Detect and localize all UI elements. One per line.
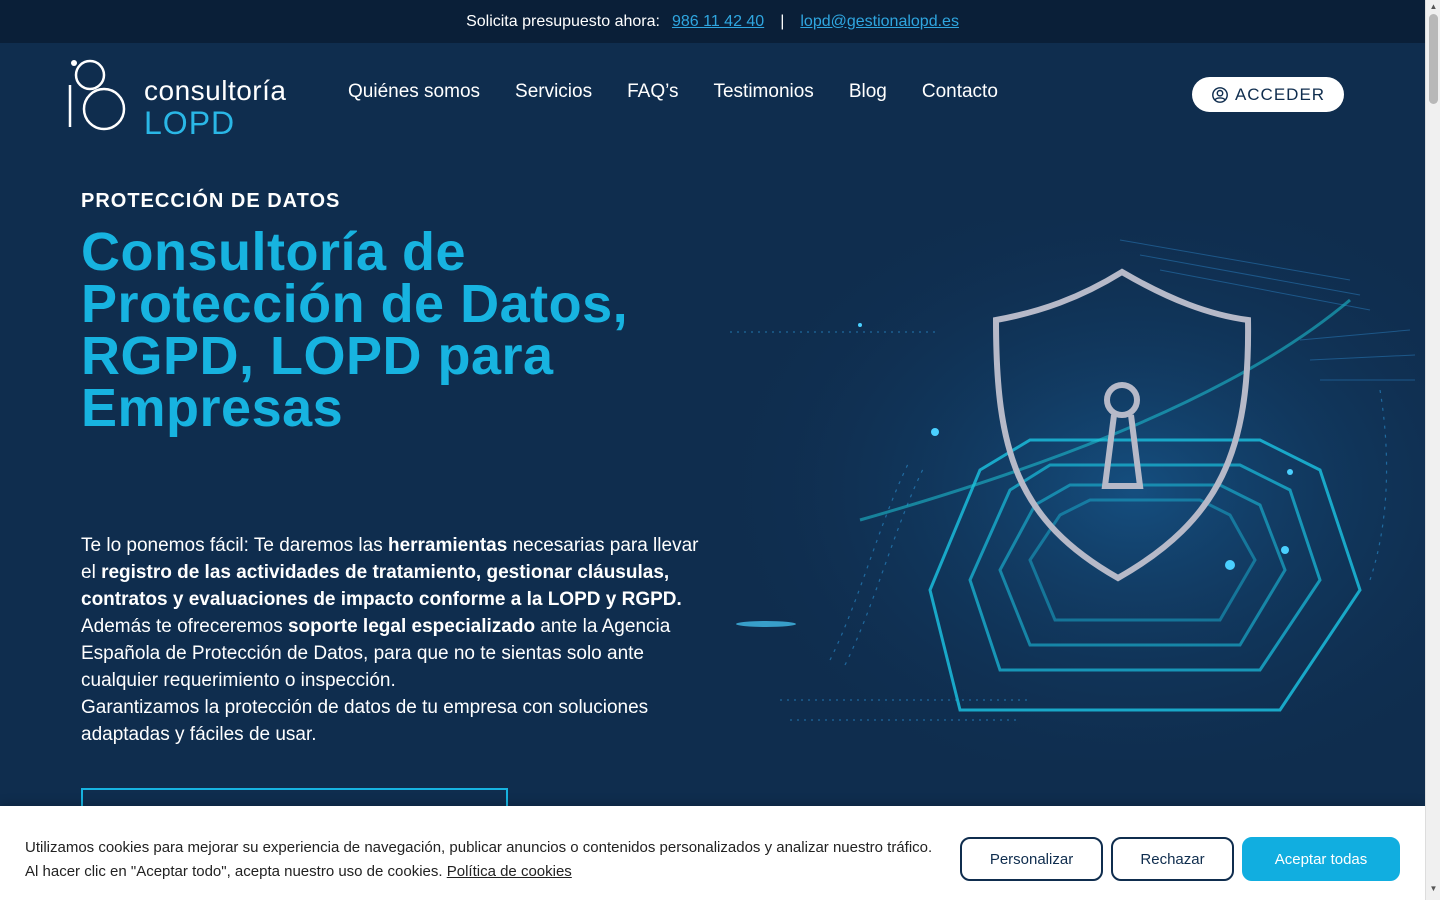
nav-quienes-somos[interactable]: Quiénes somos <box>348 81 480 103</box>
hero-text-bold: herramientas <box>387 535 508 556</box>
separator: | <box>780 12 785 30</box>
site-header: consultoría LOPD Quiénes somos Servicios… <box>0 43 1425 143</box>
cookie-banner: Utilizamos cookies para mejorar su exper… <box>0 806 1425 900</box>
hero-paragraph-1: Te lo ponemos fácil: Te daremos las herr… <box>81 532 711 694</box>
scrollbar[interactable]: ▲ ▼ <box>1425 0 1440 900</box>
acceder-label: ACCEDER <box>1234 84 1326 104</box>
acceder-button[interactable]: ACCEDER <box>1192 77 1344 112</box>
main-nav: Quiénes somos Servicios FAQ’s Testimonio… <box>348 81 998 103</box>
reject-button[interactable]: Rechazar <box>1111 837 1234 881</box>
top-bar: Solicita presupuesto ahora: 986 11 42 40… <box>0 0 1425 43</box>
logo[interactable]: consultoría LOPD <box>66 57 306 141</box>
accept-all-button[interactable]: Aceptar todas <box>1242 837 1400 881</box>
logo-text-line2: LOPD <box>144 105 236 141</box>
scroll-down-icon[interactable]: ▼ <box>1429 884 1438 893</box>
email-link[interactable]: lopd@gestionalopd.es <box>800 13 959 31</box>
hero-text-part: Te lo ponemos fácil: Te daremos las <box>81 535 388 556</box>
nav-servicios[interactable]: Servicios <box>515 81 592 103</box>
nav-contacto[interactable]: Contacto <box>922 81 998 103</box>
nav-faqs[interactable]: FAQ’s <box>627 81 678 103</box>
cookie-text: Utilizamos cookies para mejorar su exper… <box>25 836 945 884</box>
hero-description: Te lo ponemos fácil: Te daremos las herr… <box>81 532 711 748</box>
hero-text-bold: registro de las actividades de tratamien… <box>81 562 682 610</box>
logo-text-line1: consultoría <box>144 75 287 106</box>
nav-blog[interactable]: Blog <box>849 81 887 103</box>
scroll-thumb[interactable] <box>1429 14 1438 104</box>
user-circle-icon <box>1212 86 1228 103</box>
phone-link[interactable]: 986 11 42 40 <box>672 13 764 31</box>
quote-prompt: Solicita presupuesto ahora: <box>466 12 660 30</box>
personalize-button[interactable]: Personalizar <box>960 837 1103 881</box>
nav-testimonios[interactable]: Testimonios <box>713 81 813 103</box>
hero-paragraph-2: Garantizamos la protección de datos de t… <box>81 697 649 745</box>
scroll-up-icon[interactable]: ▲ <box>1429 2 1438 11</box>
hero-eyebrow: PROTECCIÓN DE DATOS <box>81 190 341 212</box>
hero-text-part: Además te ofreceremos <box>81 616 288 637</box>
page: Solicita presupuesto ahora: 986 11 42 40… <box>0 0 1425 900</box>
hero-title: Consultoría de Protección de Datos, RGPD… <box>81 222 629 438</box>
cookie-policy-link[interactable]: Política de cookies <box>447 863 572 880</box>
hero-text-bold: soporte legal especializado <box>287 616 536 637</box>
logo-mark-icon <box>68 59 126 131</box>
shield-lock-icon <box>700 220 1425 760</box>
